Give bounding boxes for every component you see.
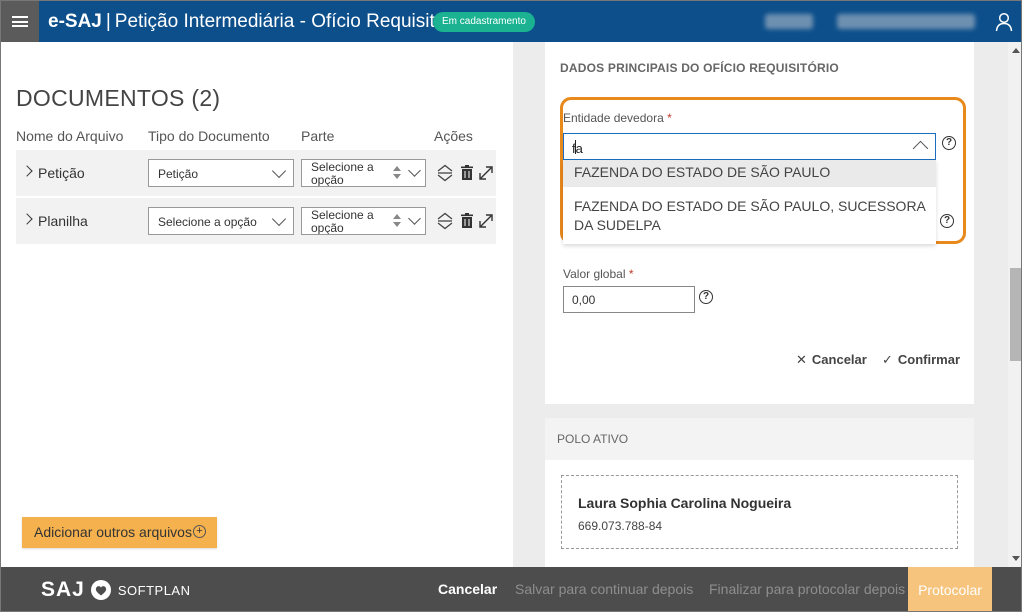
chevron-down-icon [271, 163, 287, 179]
redacted-user-info [765, 14, 813, 29]
reorder-icon[interactable] [436, 164, 454, 182]
dropdown-option[interactable]: FAZENDA DO ESTADO DE SÃO PAULO, SUCESSOR… [563, 191, 936, 241]
redacted-user-name [837, 14, 975, 29]
page-title: Petição Intermediária - Ofício Requisitó… [114, 11, 467, 32]
polo-ativo-title: POLO ATIVO [545, 418, 974, 460]
scroll-down-arrow-icon[interactable] [1012, 556, 1020, 561]
chevron-down-icon [408, 212, 421, 225]
polo-ativo-card: POLO ATIVO Laura Sophia Carolina Nogueir… [545, 418, 974, 567]
add-files-button[interactable]: Adicionar outros arquivos + [22, 517, 217, 548]
plus-circle-icon: + [193, 525, 206, 538]
entidade-devedora-label: Entidade devedora * [563, 111, 672, 125]
file-name: Petição [38, 165, 85, 181]
add-files-label: Adicionar outros arquivos [34, 524, 192, 540]
save-continue-later-button[interactable]: Salvar para continuar depois [515, 581, 693, 597]
entidade-devedora-input[interactable]: fa [563, 133, 936, 160]
document-type-select[interactable]: Petição [148, 159, 294, 187]
confirm-link[interactable]: ✓ Confirmar [882, 352, 960, 368]
expand-icon[interactable] [477, 164, 495, 182]
section-title: DADOS PRINCIPAIS DO OFÍCIO REQUISITÓRIO [560, 61, 839, 75]
footer-cancel-button[interactable]: Cancelar [438, 581, 497, 597]
dropdown-option[interactable]: FAZENDA DO ESTADO DE SÃO PAULO [563, 160, 936, 187]
top-bar: e-SAJ | Petição Intermediária - Ofício Req… [1, 1, 1021, 42]
entidade-dropdown: FAZENDA DO ESTADO DE SÃO PAULO FAZENDA D… [563, 160, 936, 244]
menu-icon [12, 16, 28, 27]
app-window: e-SAJ | Petição Intermediária - Ofício Req… [0, 0, 1022, 612]
chevron-down-icon [271, 211, 287, 227]
party-select[interactable]: Selecione a opção [301, 159, 426, 187]
required-mark: * [667, 111, 672, 125]
column-header-actions: Ações [434, 128, 473, 144]
column-header-party: Parte [301, 128, 335, 144]
user-icon[interactable] [995, 12, 1013, 32]
column-header-document-type: Tipo do Documento [148, 128, 270, 144]
table-row: Petição Petição Selecione a opção [16, 150, 496, 196]
document-type-value: Selecione a opção [158, 215, 257, 229]
valor-global-input[interactable]: 0,00 [563, 286, 695, 313]
document-type-select[interactable]: Selecione a opção [148, 207, 294, 235]
logo-softplan: SOFTPLAN [117, 582, 191, 598]
app-title: e-SAJ | Petição Intermediária - Ofício Req… [48, 11, 466, 33]
finalize-protocol-later-button[interactable]: Finalizar para protocolar depois [709, 581, 905, 597]
entidade-input-value: fa [572, 141, 583, 156]
file-name: Planilha [38, 213, 88, 229]
expand-chevron-icon[interactable] [21, 213, 33, 225]
scroll-up-arrow-icon[interactable] [1012, 48, 1020, 53]
party-value: Selecione a opção [311, 160, 374, 187]
required-mark: * [628, 267, 634, 281]
cancel-label: Cancelar [811, 352, 867, 367]
expand-chevron-icon[interactable] [21, 165, 33, 177]
logo-saj: SAJ [41, 578, 85, 601]
party-name: Laura Sophia Carolina Nogueira [578, 495, 792, 511]
brand-name: e-SAJ [48, 11, 102, 32]
documents-panel: DOCUMENTOS (2) Nome do Arquivo Tipo do D… [1, 42, 513, 567]
confirm-label: Confirmar [897, 352, 961, 367]
form-panel: DADOS PRINCIPAIS DO OFÍCIO REQUISITÓRIO … [513, 42, 1008, 567]
close-icon: ✕ [796, 352, 807, 367]
chevron-down-icon [408, 164, 421, 177]
trash-icon[interactable] [458, 212, 476, 230]
title-separator: | [105, 11, 111, 32]
valor-label-text: Valor global [563, 267, 626, 281]
scroll-thumb[interactable] [1010, 268, 1021, 361]
main-data-card: DADOS PRINCIPAIS DO OFÍCIO REQUISITÓRIO … [545, 42, 974, 404]
spinner-arrows-icon [393, 166, 401, 180]
party-select[interactable]: Selecione a opção [301, 207, 426, 235]
documents-title: DOCUMENTOS (2) [16, 85, 221, 111]
help-icon[interactable]: ? [699, 290, 713, 304]
hamburger-menu-button[interactable] [1, 1, 39, 42]
protocolar-button[interactable]: Protocolar [908, 567, 992, 611]
valor-global-label: Valor global * [563, 267, 634, 281]
party-document: 669.073.788-84 [578, 519, 663, 533]
softplan-heart-icon [90, 580, 111, 600]
chevron-up-icon[interactable] [912, 140, 929, 157]
status-badge: Em cadastramento [433, 12, 535, 32]
party-value: Selecione a opção [311, 208, 374, 235]
column-header-file-name: Nome do Arquivo [16, 128, 124, 144]
help-icon[interactable]: ? [940, 214, 954, 228]
footer-bar: SAJ SOFTPLAN Cancelar Salvar para contin… [1, 567, 1021, 611]
cancel-link[interactable]: ✕ Cancelar [796, 352, 867, 368]
party-card[interactable]: Laura Sophia Carolina Nogueira 669.073.7… [561, 475, 958, 549]
trash-icon[interactable] [458, 164, 476, 182]
reorder-icon[interactable] [436, 212, 454, 230]
spinner-arrows-icon [393, 214, 401, 228]
expand-icon[interactable] [477, 212, 495, 230]
document-type-value: Petição [158, 167, 199, 181]
check-icon: ✓ [882, 352, 893, 367]
saj-softplan-logo: SAJ SOFTPLAN [41, 578, 190, 602]
text-caret [575, 140, 576, 154]
entidade-label-text: Entidade devedora [563, 111, 664, 125]
vertical-scrollbar[interactable] [1008, 42, 1021, 567]
table-row: Planilha Selecione a opção Selecione a o… [16, 198, 496, 244]
help-icon[interactable]: ? [942, 136, 956, 150]
